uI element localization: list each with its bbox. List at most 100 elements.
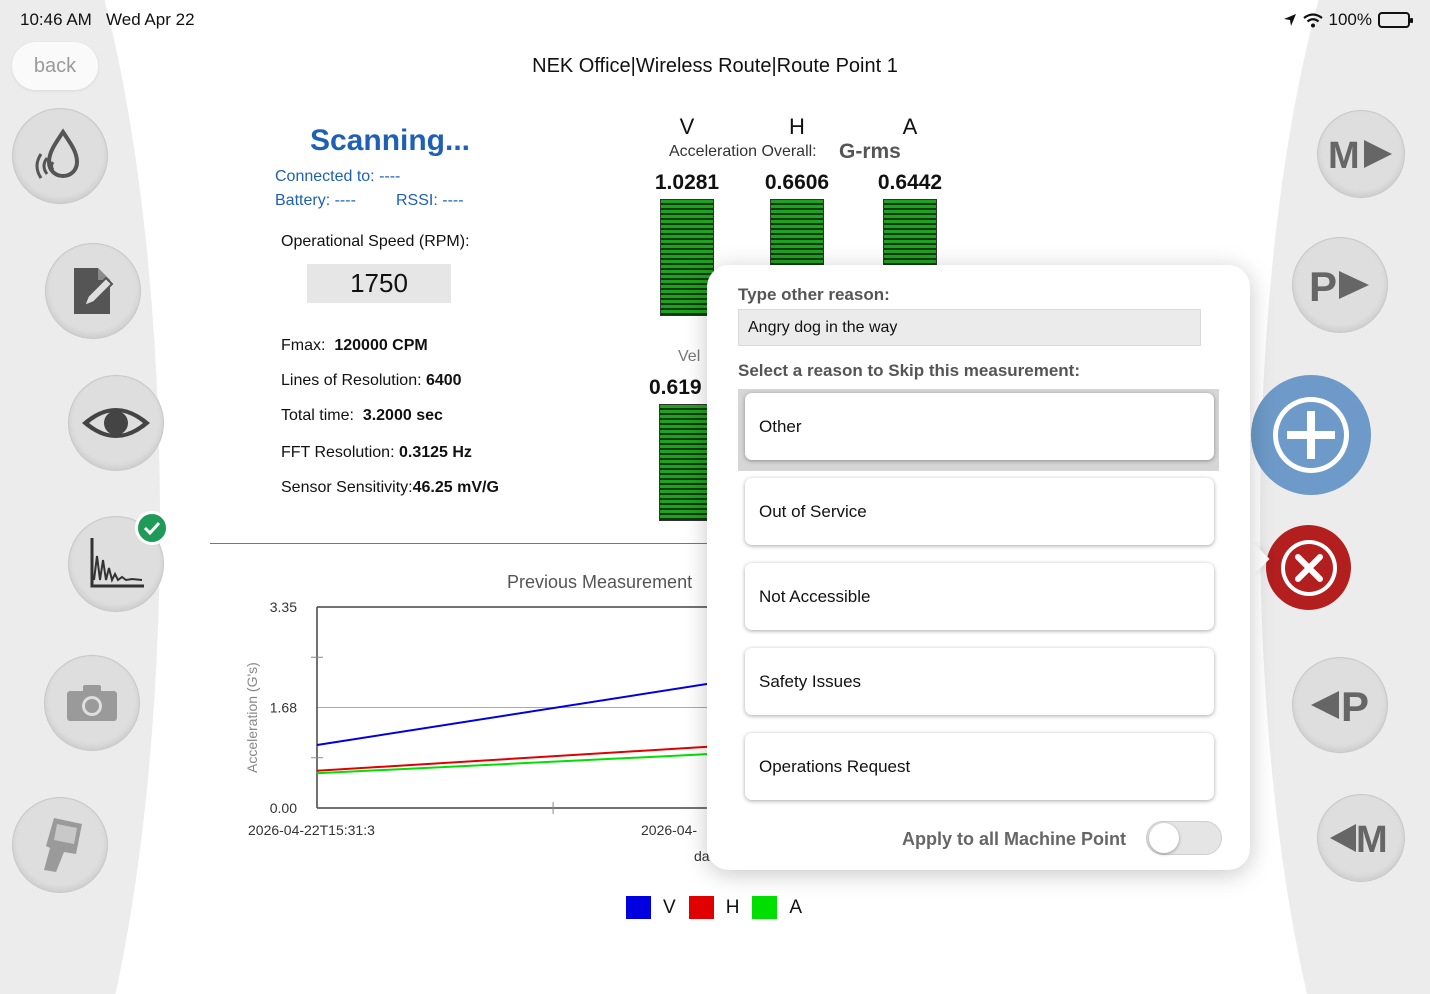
reason-other-button[interactable]: Other	[745, 393, 1214, 460]
other-reason-input[interactable]: Angry dog in the way	[738, 309, 1201, 346]
axis-v-heading: V	[679, 114, 695, 139]
speed-value[interactable]: 1750	[307, 264, 451, 303]
speed-label: Operational Speed (RPM):	[281, 233, 470, 250]
fft-row: FFT Resolution: 0.3125 Hz	[281, 444, 472, 462]
camera-button[interactable]	[44, 655, 140, 751]
fmax-label: Fmax:	[281, 337, 326, 354]
fft-value: 0.3125 Hz	[398, 444, 472, 461]
section-divider	[210, 543, 710, 544]
overall-unit: G-rms	[839, 140, 901, 163]
y-tick-label: 0.00	[270, 800, 297, 816]
sensitivity-value: 46.25 mV/G	[412, 479, 499, 496]
spectrum-chart-icon	[90, 538, 144, 588]
y-tick-label: 1.68	[270, 700, 297, 716]
reason-operations-request-button[interactable]: Operations Request	[745, 733, 1214, 800]
trend-chart: 3.351.680.002026-04-22T15:31:3 2026-04-da…	[244, 599, 710, 864]
skip-reason-popover: Type other reason: Angry dog in the way …	[707, 265, 1250, 870]
axis-a-heading: A	[902, 114, 918, 139]
scan-status: Scanning...	[309, 124, 471, 157]
svg-text:M: M	[1328, 135, 1360, 174]
back-button[interactable]: back	[12, 42, 98, 90]
previous-point-icon: P	[1311, 683, 1369, 727]
axis-h-heading: H	[789, 114, 805, 139]
plus-icon	[1273, 397, 1349, 473]
reason-out-of-service-button[interactable]: Out of Service	[745, 478, 1214, 545]
eye-icon	[82, 408, 150, 438]
velocity-label: Vel	[678, 348, 701, 365]
next-point-icon: P	[1309, 263, 1369, 307]
close-icon	[1280, 539, 1337, 596]
legend-label-a: A	[789, 896, 803, 918]
location-icon	[1283, 14, 1296, 26]
legend-label-h: H	[725, 896, 740, 918]
previous-machine-button[interactable]: M	[1317, 794, 1405, 882]
next-point-button[interactable]: P	[1292, 237, 1388, 333]
y-axis-label: Acceleration (G's)	[244, 662, 260, 773]
skip-measurement-button[interactable]	[1266, 525, 1351, 610]
legend-label-v: V	[663, 896, 676, 918]
rssi-status: RSSI: ----	[396, 192, 464, 209]
connected-to: Connected to: ----	[275, 168, 401, 185]
meter-a	[883, 199, 937, 269]
overall-value-h: 0.6606	[764, 171, 830, 194]
apply-all-toggle[interactable]	[1146, 821, 1222, 855]
sensitivity-row: Sensor Sensitivity:46.25 mV/G	[281, 479, 499, 497]
other-reason-label: Type other reason:	[738, 285, 890, 304]
lines-label: Lines of Resolution:	[281, 372, 422, 389]
notes-button[interactable]	[45, 243, 141, 339]
fft-label: FFT Resolution:	[281, 444, 395, 461]
lines-row: Lines of Resolution: 6400	[281, 372, 462, 390]
overall-value-a: 0.6442	[877, 171, 943, 194]
chart-legend: V H A	[626, 896, 815, 919]
status-time: 10:46 AM	[20, 10, 92, 29]
device-button[interactable]	[12, 797, 108, 893]
svg-text:P: P	[1341, 683, 1369, 727]
svg-text:P: P	[1309, 263, 1337, 307]
lines-value: 6400	[425, 372, 462, 389]
svg-text:M: M	[1356, 819, 1388, 858]
spectrum-button[interactable]	[68, 511, 169, 612]
vibration-sensor-icon	[35, 128, 80, 179]
total-time-value: 3.2000 sec	[362, 407, 443, 424]
check-icon	[135, 511, 169, 545]
page-title: NEK Office|Wireless Route|Route Point 1	[532, 55, 898, 77]
battery-status: Battery: ----	[275, 192, 356, 209]
status-date: Wed Apr 22	[106, 10, 195, 29]
view-button[interactable]	[68, 375, 164, 471]
next-machine-button[interactable]: M	[1317, 110, 1405, 198]
meter-v	[660, 199, 714, 316]
apply-all-label: Apply to all Machine Point	[902, 829, 1127, 849]
x-tick-label: 2026-04-22T15:31:3	[248, 822, 375, 838]
total-time-label: Total time:	[281, 407, 354, 424]
add-measurement-button[interactable]	[1251, 375, 1371, 495]
select-reason-label: Select a reason to Skip this measurement…	[738, 361, 1081, 380]
next-machine-icon: M	[1328, 135, 1392, 174]
legend-swatch-a	[752, 896, 778, 919]
sensor-button[interactable]	[12, 108, 108, 204]
handheld-device-icon	[44, 818, 82, 872]
fmax-row: Fmax: 120000 CPM	[281, 337, 428, 355]
total-time-row: Total time: 3.2000 sec	[281, 407, 443, 425]
chart-title: Previous Measurement	[507, 572, 693, 592]
battery-percent: 100%	[1328, 10, 1372, 29]
reason-safety-issues-button[interactable]: Safety Issues	[745, 648, 1214, 715]
sensitivity-label: Sensor Sensitivity:	[281, 479, 413, 496]
camera-icon	[67, 685, 117, 721]
overall-value-v: 1.0281	[654, 171, 720, 194]
x-tick-label: 2026-04-	[641, 822, 697, 838]
battery-icon	[1378, 12, 1413, 28]
edit-note-icon	[74, 268, 114, 314]
reason-not-accessible-button[interactable]: Not Accessible	[745, 563, 1214, 630]
previous-machine-icon: M	[1330, 819, 1388, 858]
previous-point-button[interactable]: P	[1292, 657, 1388, 753]
legend-swatch-h	[688, 896, 714, 919]
meter-velocity	[659, 404, 713, 521]
meter-h	[770, 199, 824, 269]
y-tick-label: 3.35	[270, 599, 297, 615]
fmax-value: 120000 CPM	[334, 337, 428, 354]
velocity-value: 0.619	[649, 376, 702, 399]
status-indicators: 100%	[1283, 10, 1413, 30]
overall-label: Acceleration Overall:	[669, 143, 817, 160]
status-bar: 10:46 AM Wed Apr 22 100%	[20, 8, 1413, 32]
wifi-icon	[1302, 12, 1323, 27]
